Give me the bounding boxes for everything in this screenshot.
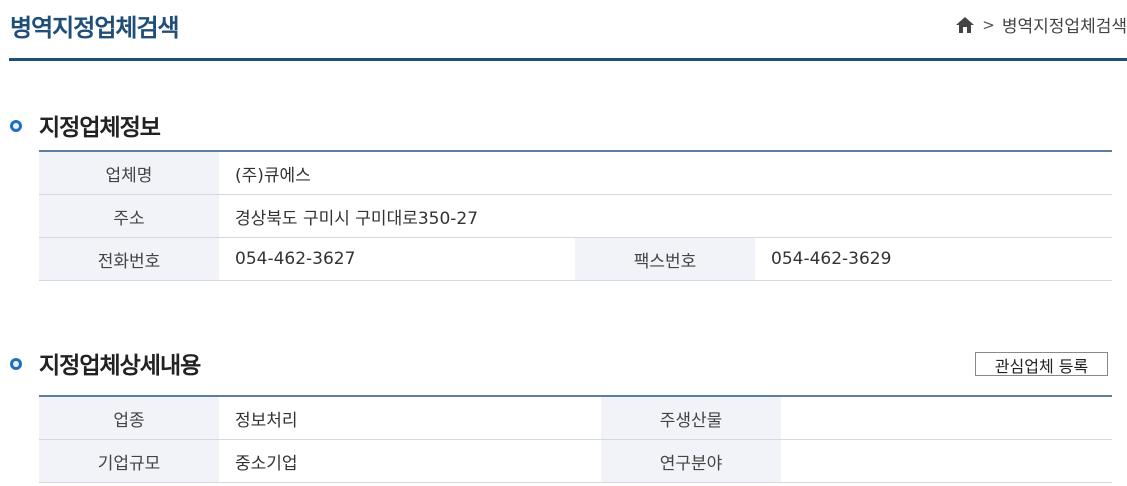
table-row: 주소 경상북도 구미시 구미대로350-27 bbox=[39, 194, 1112, 238]
size-label: 기업규모 bbox=[39, 439, 219, 483]
product-label: 주생산물 bbox=[601, 395, 781, 440]
page-title: 병역지정업체검색 bbox=[10, 14, 180, 42]
detail-section-title: 지정업체상세내용 bbox=[39, 353, 201, 379]
detail-section-header: 지정업체상세내용 bbox=[9, 346, 201, 380]
address-value: 경상북도 구미시 구미대로350-27 bbox=[219, 194, 1112, 238]
bullet-icon bbox=[9, 118, 23, 132]
info-section-title: 지정업체정보 bbox=[39, 115, 161, 141]
title-divider bbox=[9, 58, 1127, 61]
research-value bbox=[781, 439, 1112, 483]
phone-value: 054-462-3627 bbox=[219, 237, 575, 281]
research-label: 연구분야 bbox=[601, 439, 781, 483]
table-row: 기업규모 중소기업 연구분야 bbox=[39, 439, 1112, 483]
address-label: 주소 bbox=[39, 194, 219, 238]
table-row: 전화번호 054-462-3627 팩스번호 054-462-3629 bbox=[39, 237, 1112, 281]
breadcrumb-current[interactable]: 병역지정업체검색 bbox=[1002, 12, 1127, 37]
table-row: 업종 정보처리 주생산물 bbox=[39, 395, 1112, 440]
info-section-header: 지정업체정보 bbox=[9, 108, 161, 142]
table-row: 업체명 (주)큐에스 bbox=[39, 150, 1112, 195]
add-watchlist-button[interactable]: 관심업체 등록 bbox=[975, 352, 1108, 376]
bullet-icon bbox=[9, 356, 23, 370]
info-table: 업체명 (주)큐에스 주소 경상북도 구미시 구미대로350-27 전화번호 0… bbox=[39, 150, 1112, 281]
home-icon[interactable] bbox=[955, 15, 975, 35]
size-value: 중소기업 bbox=[219, 439, 601, 483]
detail-table: 업종 정보처리 주생산물 기업규모 중소기업 연구분야 bbox=[39, 395, 1112, 483]
fax-value: 054-462-3629 bbox=[755, 237, 1112, 281]
company-label: 업체명 bbox=[39, 150, 219, 195]
breadcrumb: > 병역지정업체검색 bbox=[955, 12, 1127, 37]
industry-label: 업종 bbox=[39, 395, 219, 440]
breadcrumb-separator: > bbox=[982, 15, 995, 34]
fax-label: 팩스번호 bbox=[575, 237, 755, 281]
product-value bbox=[781, 395, 1112, 440]
industry-value: 정보처리 bbox=[219, 395, 601, 440]
phone-label: 전화번호 bbox=[39, 237, 219, 281]
company-value: (주)큐에스 bbox=[219, 150, 1112, 195]
